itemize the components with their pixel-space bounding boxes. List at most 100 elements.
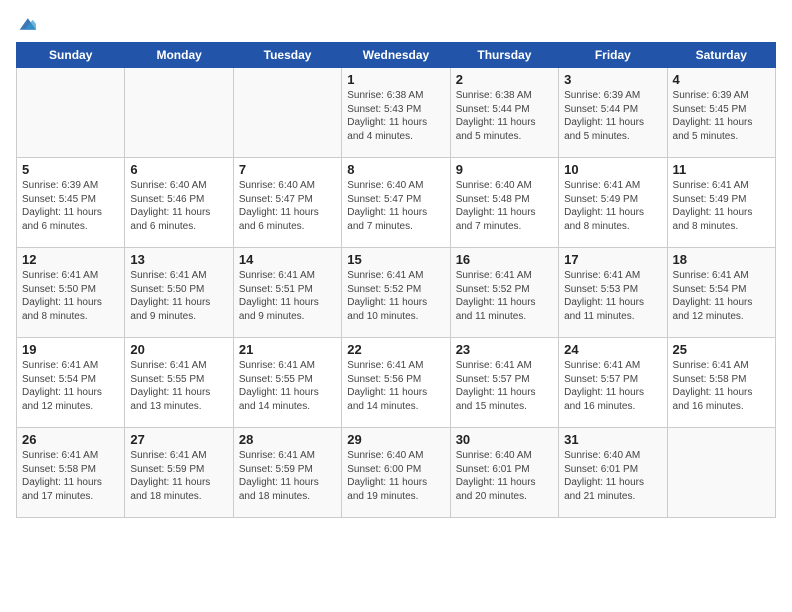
calendar-cell: 4Sunrise: 6:39 AM Sunset: 5:45 PM Daylig…: [667, 68, 775, 158]
day-number: 11: [673, 162, 770, 177]
day-number: 19: [22, 342, 119, 357]
day-info: Sunrise: 6:40 AM Sunset: 5:48 PM Dayligh…: [456, 179, 553, 233]
calendar-week-3: 12 Sunrise: 6:41 AM Sunset: 5:50 PM Dayli…: [17, 248, 776, 338]
calendar-cell: [667, 428, 775, 518]
day-of-week-row: SundayMondayTuesdayWednesdayThursdayFrid…: [17, 43, 776, 68]
day-number: 9: [456, 162, 553, 177]
day-info: Sunrise: 6:39 AM Sunset: 5:44 PM Dayligh…: [564, 89, 661, 143]
day-number: 14: [239, 252, 336, 267]
day-number: 22: [347, 342, 444, 357]
calendar-cell: 30 Sunrise: 6:40 AM Sunset: 6:01 PM Dayli…: [450, 428, 558, 518]
day-info: Sunrise: 6:41 AM Sunset: 5:57 PM Dayligh…: [456, 359, 553, 413]
calendar-cell: 26 Sunrise: 6:41 AM Sunset: 5:58 PM Dayli…: [17, 428, 125, 518]
day-info: Sunrise: 6:41 AM Sunset: 5:52 PM Dayligh…: [456, 269, 553, 323]
calendar-cell: 10 Sunrise: 6:41 AM Sunset: 5:49 PM Dayli…: [559, 158, 667, 248]
calendar-cell: 24 Sunrise: 6:41 AM Sunset: 5:57 PM Dayli…: [559, 338, 667, 428]
day-info: Sunrise: 6:41 AM Sunset: 5:49 PM Dayligh…: [673, 179, 770, 233]
calendar-cell: 6Sunrise: 6:40 AM Sunset: 5:46 PM Daylig…: [125, 158, 233, 248]
day-header-tuesday: Tuesday: [233, 43, 341, 68]
day-header-sunday: Sunday: [17, 43, 125, 68]
calendar-cell: [17, 68, 125, 158]
day-info: Sunrise: 6:41 AM Sunset: 5:53 PM Dayligh…: [564, 269, 661, 323]
day-number: 8: [347, 162, 444, 177]
day-info: Sunrise: 6:41 AM Sunset: 5:58 PM Dayligh…: [22, 449, 119, 503]
calendar-cell: 18 Sunrise: 6:41 AM Sunset: 5:54 PM Dayli…: [667, 248, 775, 338]
day-number: 16: [456, 252, 553, 267]
day-info: Sunrise: 6:41 AM Sunset: 5:57 PM Dayligh…: [564, 359, 661, 413]
calendar-cell: 14 Sunrise: 6:41 AM Sunset: 5:51 PM Dayli…: [233, 248, 341, 338]
day-number: 1: [347, 72, 444, 87]
day-info: Sunrise: 6:40 AM Sunset: 6:00 PM Dayligh…: [347, 449, 444, 503]
day-number: 26: [22, 432, 119, 447]
day-number: 5: [22, 162, 119, 177]
calendar-cell: 7 Sunrise: 6:40 AM Sunset: 5:47 PM Daylig…: [233, 158, 341, 248]
calendar-cell: 29 Sunrise: 6:40 AM Sunset: 6:00 PM Dayli…: [342, 428, 450, 518]
calendar-week-4: 19 Sunrise: 6:41 AM Sunset: 5:54 PM Dayli…: [17, 338, 776, 428]
day-number: 3: [564, 72, 661, 87]
calendar-cell: 27Sunrise: 6:41 AM Sunset: 5:59 PM Dayli…: [125, 428, 233, 518]
day-number: 21: [239, 342, 336, 357]
calendar-cell: 31 Sunrise: 6:40 AM Sunset: 6:01 PM Dayli…: [559, 428, 667, 518]
calendar-cell: [233, 68, 341, 158]
day-info: Sunrise: 6:41 AM Sunset: 5:55 PM Dayligh…: [239, 359, 336, 413]
logo: [16, 16, 36, 32]
day-info: Sunrise: 6:41 AM Sunset: 5:58 PM Dayligh…: [673, 359, 770, 413]
calendar-cell: 9 Sunrise: 6:40 AM Sunset: 5:48 PM Daylig…: [450, 158, 558, 248]
calendar-cell: 13 Sunrise: 6:41 AM Sunset: 5:50 PM Dayli…: [125, 248, 233, 338]
calendar-cell: 28 Sunrise: 6:41 AM Sunset: 5:59 PM Dayli…: [233, 428, 341, 518]
day-info: Sunrise: 6:40 AM Sunset: 5:47 PM Dayligh…: [239, 179, 336, 233]
calendar-cell: 15 Sunrise: 6:41 AM Sunset: 5:52 PM Dayli…: [342, 248, 450, 338]
calendar-cell: 11 Sunrise: 6:41 AM Sunset: 5:49 PM Dayli…: [667, 158, 775, 248]
calendar-cell: 20 Sunrise: 6:41 AM Sunset: 5:55 PM Dayli…: [125, 338, 233, 428]
day-info: Sunrise: 6:41 AM Sunset: 5:50 PM Dayligh…: [22, 269, 119, 323]
calendar-cell: 23 Sunrise: 6:41 AM Sunset: 5:57 PM Dayli…: [450, 338, 558, 428]
logo-icon: [18, 16, 36, 32]
day-header-monday: Monday: [125, 43, 233, 68]
calendar-week-1: 1 Sunrise: 6:38 AM Sunset: 5:43 PM Daylig…: [17, 68, 776, 158]
day-number: 30: [456, 432, 553, 447]
day-number: 23: [456, 342, 553, 357]
day-number: 28: [239, 432, 336, 447]
day-number: 7: [239, 162, 336, 177]
day-info: Sunrise: 6:40 AM Sunset: 6:01 PM Dayligh…: [456, 449, 553, 503]
day-number: 2: [456, 72, 553, 87]
day-header-friday: Friday: [559, 43, 667, 68]
day-number: 31: [564, 432, 661, 447]
day-info: Sunrise: 6:41 AM Sunset: 5:51 PM Dayligh…: [239, 269, 336, 323]
calendar-cell: [125, 68, 233, 158]
day-info: Sunrise: 6:41 AM Sunset: 5:55 PM Dayligh…: [130, 359, 227, 413]
day-info: Sunrise: 6:41 AM Sunset: 5:50 PM Dayligh…: [130, 269, 227, 323]
day-number: 13: [130, 252, 227, 267]
day-number: 10: [564, 162, 661, 177]
calendar-cell: 21 Sunrise: 6:41 AM Sunset: 5:55 PM Dayli…: [233, 338, 341, 428]
day-info: Sunrise: 6:38 AM Sunset: 5:43 PM Dayligh…: [347, 89, 444, 143]
day-info: Sunrise: 6:38 AM Sunset: 5:44 PM Dayligh…: [456, 89, 553, 143]
day-number: 18: [673, 252, 770, 267]
day-info: Sunrise: 6:41 AM Sunset: 5:49 PM Dayligh…: [564, 179, 661, 233]
day-number: 24: [564, 342, 661, 357]
day-number: 29: [347, 432, 444, 447]
day-info: Sunrise: 6:39 AM Sunset: 5:45 PM Dayligh…: [22, 179, 119, 233]
calendar-cell: 12 Sunrise: 6:41 AM Sunset: 5:50 PM Dayli…: [17, 248, 125, 338]
calendar-cell: 5 Sunrise: 6:39 AM Sunset: 5:45 PM Daylig…: [17, 158, 125, 248]
calendar-cell: 19 Sunrise: 6:41 AM Sunset: 5:54 PM Dayli…: [17, 338, 125, 428]
day-info: Sunrise: 6:41 AM Sunset: 5:59 PM Dayligh…: [239, 449, 336, 503]
day-info: Sunrise: 6:40 AM Sunset: 5:47 PM Dayligh…: [347, 179, 444, 233]
day-number: 25: [673, 342, 770, 357]
calendar-cell: 1 Sunrise: 6:38 AM Sunset: 5:43 PM Daylig…: [342, 68, 450, 158]
day-info: Sunrise: 6:40 AM Sunset: 6:01 PM Dayligh…: [564, 449, 661, 503]
day-number: 20: [130, 342, 227, 357]
day-info: Sunrise: 6:41 AM Sunset: 5:54 PM Dayligh…: [673, 269, 770, 323]
day-header-thursday: Thursday: [450, 43, 558, 68]
calendar-table: SundayMondayTuesdayWednesdayThursdayFrid…: [16, 42, 776, 518]
calendar-cell: 3 Sunrise: 6:39 AM Sunset: 5:44 PM Daylig…: [559, 68, 667, 158]
calendar-cell: 16 Sunrise: 6:41 AM Sunset: 5:52 PM Dayli…: [450, 248, 558, 338]
day-number: 15: [347, 252, 444, 267]
day-number: 6: [130, 162, 227, 177]
calendar-cell: 8 Sunrise: 6:40 AM Sunset: 5:47 PM Daylig…: [342, 158, 450, 248]
day-info: Sunrise: 6:41 AM Sunset: 5:52 PM Dayligh…: [347, 269, 444, 323]
day-number: 12: [22, 252, 119, 267]
calendar-body: 1 Sunrise: 6:38 AM Sunset: 5:43 PM Daylig…: [17, 68, 776, 518]
day-info: Sunrise: 6:41 AM Sunset: 5:54 PM Dayligh…: [22, 359, 119, 413]
day-info: Sunrise: 6:41 AM Sunset: 5:59 PM Dayligh…: [130, 449, 227, 503]
